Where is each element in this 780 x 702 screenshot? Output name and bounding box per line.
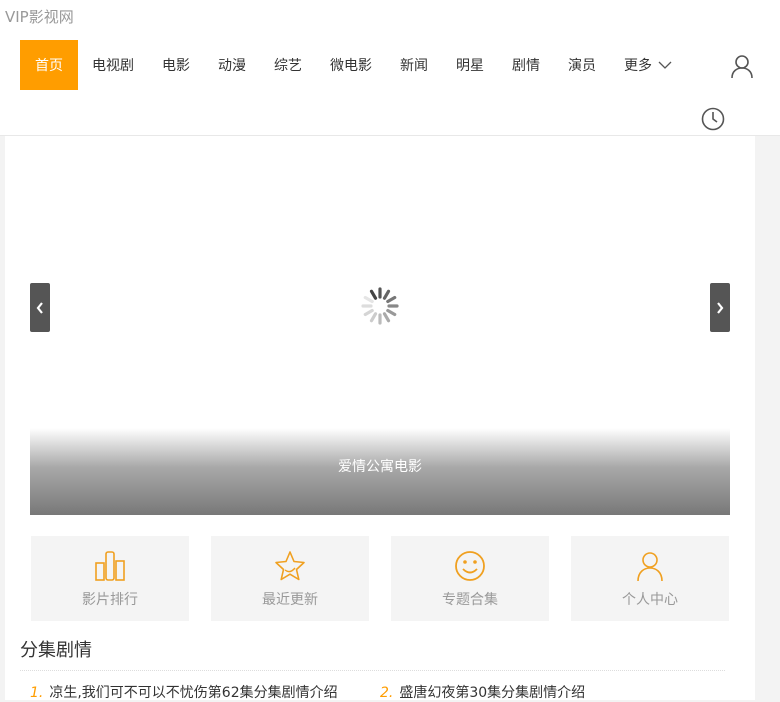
clock-icon[interactable] xyxy=(700,106,726,132)
nav-item-variety[interactable]: 综艺 xyxy=(260,40,316,90)
nav-item-anime[interactable]: 动漫 xyxy=(204,40,260,90)
quick-link-profile[interactable]: 个人中心 xyxy=(571,536,729,621)
quick-link-label: 最近更新 xyxy=(262,591,318,608)
nav-item-plot[interactable]: 剧情 xyxy=(498,40,554,90)
section-divider xyxy=(20,670,725,671)
user-icon[interactable] xyxy=(729,53,755,79)
nav-more-label: 更多 xyxy=(624,58,652,74)
site-header: VIP影视网 首页 电视剧 电影 动漫 综艺 微电影 新闻 明星 剧情 演员 更… xyxy=(0,0,780,136)
nav-item-stars[interactable]: 明星 xyxy=(442,40,498,90)
bar-chart-icon xyxy=(95,550,125,581)
nav-item-actors[interactable]: 演员 xyxy=(554,40,610,90)
nav-item-tv[interactable]: 电视剧 xyxy=(78,40,148,90)
list-item[interactable]: 1. 凉生,我们可不可以不忧伤第62集分集剧情介绍 xyxy=(30,682,338,702)
user-icon xyxy=(637,551,663,581)
chevron-left-icon xyxy=(36,301,43,314)
nav-item-micro-film[interactable]: 微电影 xyxy=(316,40,386,90)
banner-caption[interactable]: 爱情公寓电影 xyxy=(338,456,422,476)
carousel-next-button[interactable] xyxy=(710,283,730,332)
quick-link-updates[interactable]: 最近更新 xyxy=(211,536,369,621)
nav-item-news[interactable]: 新闻 xyxy=(386,40,442,90)
quick-link-topics[interactable]: 专题合集 xyxy=(391,536,549,621)
spinner-icon xyxy=(361,287,399,325)
list-item-number: 1. xyxy=(30,685,44,701)
quick-link-rankings[interactable]: 影片排行 xyxy=(31,536,189,621)
quick-link-label: 个人中心 xyxy=(622,591,678,608)
section-title: 分集剧情 xyxy=(20,640,92,661)
star-icon xyxy=(275,550,305,580)
chevron-down-icon xyxy=(658,61,672,69)
banner-carousel[interactable]: 爱情公寓电影 xyxy=(30,136,730,515)
banner-caption-bar[interactable]: 爱情公寓电影 xyxy=(30,428,730,515)
main-content: 爱情公寓电影 影片排行 最近更新 专题合集 个人中心 分集剧情 1. 凉生,我们… xyxy=(5,136,755,702)
nav-item-more[interactable]: 更多 xyxy=(610,40,686,90)
quick-link-label: 专题合集 xyxy=(442,591,498,608)
quick-links: 影片排行 最近更新 专题合集 个人中心 xyxy=(31,536,731,621)
carousel-prev-button[interactable] xyxy=(30,283,50,332)
list-item-text: 凉生,我们可不可以不忧伤第62集分集剧情介绍 xyxy=(49,685,338,701)
list-item-number: 2. xyxy=(380,685,394,701)
site-logo[interactable]: VIP影视网 xyxy=(5,6,74,27)
nav-item-home[interactable]: 首页 xyxy=(20,40,78,90)
main-nav: 首页 电视剧 电影 动漫 综艺 微电影 新闻 明星 剧情 演员 更多 xyxy=(20,40,686,90)
chevron-right-icon xyxy=(717,301,724,314)
nav-item-movies[interactable]: 电影 xyxy=(148,40,204,90)
list-item-text: 盛唐幻夜第30集分集剧情介绍 xyxy=(399,685,586,701)
smiley-icon xyxy=(455,550,485,581)
quick-link-label: 影片排行 xyxy=(82,591,138,608)
list-item[interactable]: 2. 盛唐幻夜第30集分集剧情介绍 xyxy=(380,682,585,702)
